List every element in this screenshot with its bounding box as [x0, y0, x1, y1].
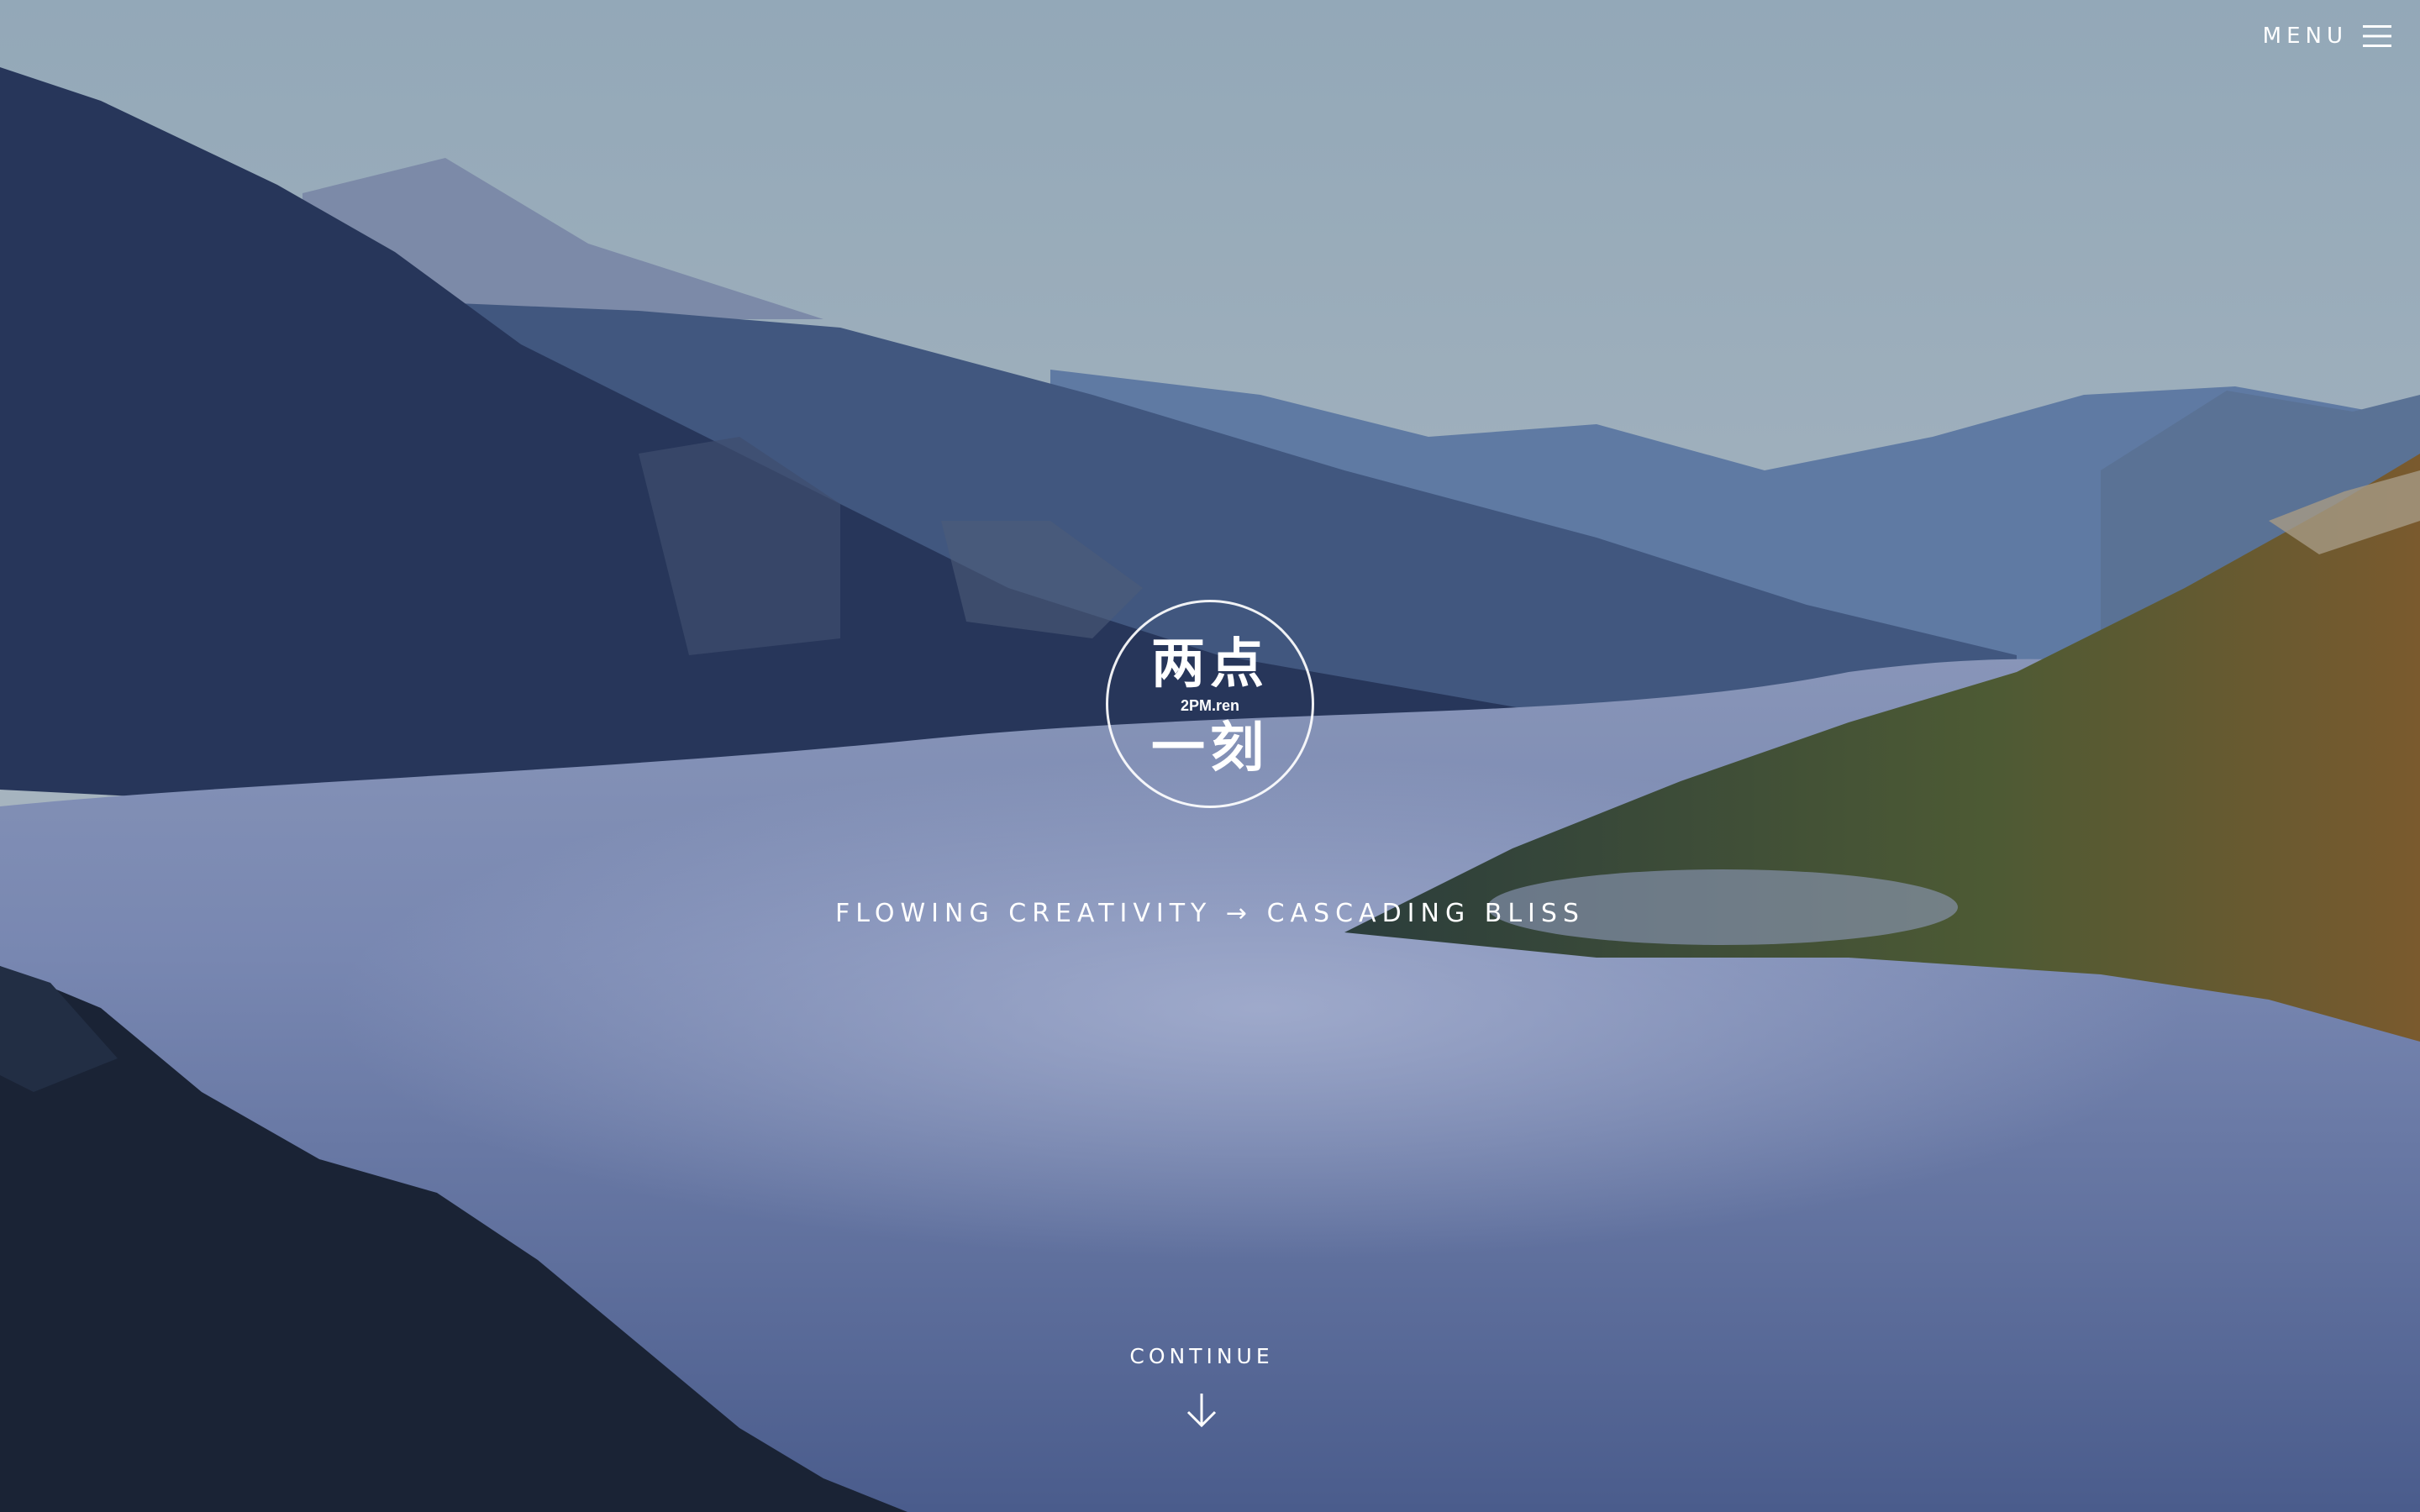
- logo-title-bottom: 一刻: [1151, 717, 1269, 780]
- hero-tagline: FLOWING CREATIVITY → CASCADING BLISS: [835, 899, 1585, 928]
- site-logo[interactable]: 两点 2PM.ren 一刻: [1106, 600, 1314, 808]
- arrow-down-icon: [1186, 1394, 1217, 1428]
- continue-button[interactable]: CONTINUE: [1118, 1344, 1286, 1429]
- continue-label: CONTINUE: [1129, 1344, 1274, 1368]
- hamburger-icon: [2363, 25, 2391, 47]
- menu-label: MENU: [2262, 24, 2348, 49]
- menu-button[interactable]: MENU: [2263, 24, 2391, 49]
- landing-page: MENU 两点 2PM.ren 一刻 FLOWING CREATIVITY → …: [0, 0, 2420, 1512]
- logo-domain: 2PM.ren: [1180, 697, 1240, 714]
- logo-title-top: 两点: [1151, 633, 1269, 696]
